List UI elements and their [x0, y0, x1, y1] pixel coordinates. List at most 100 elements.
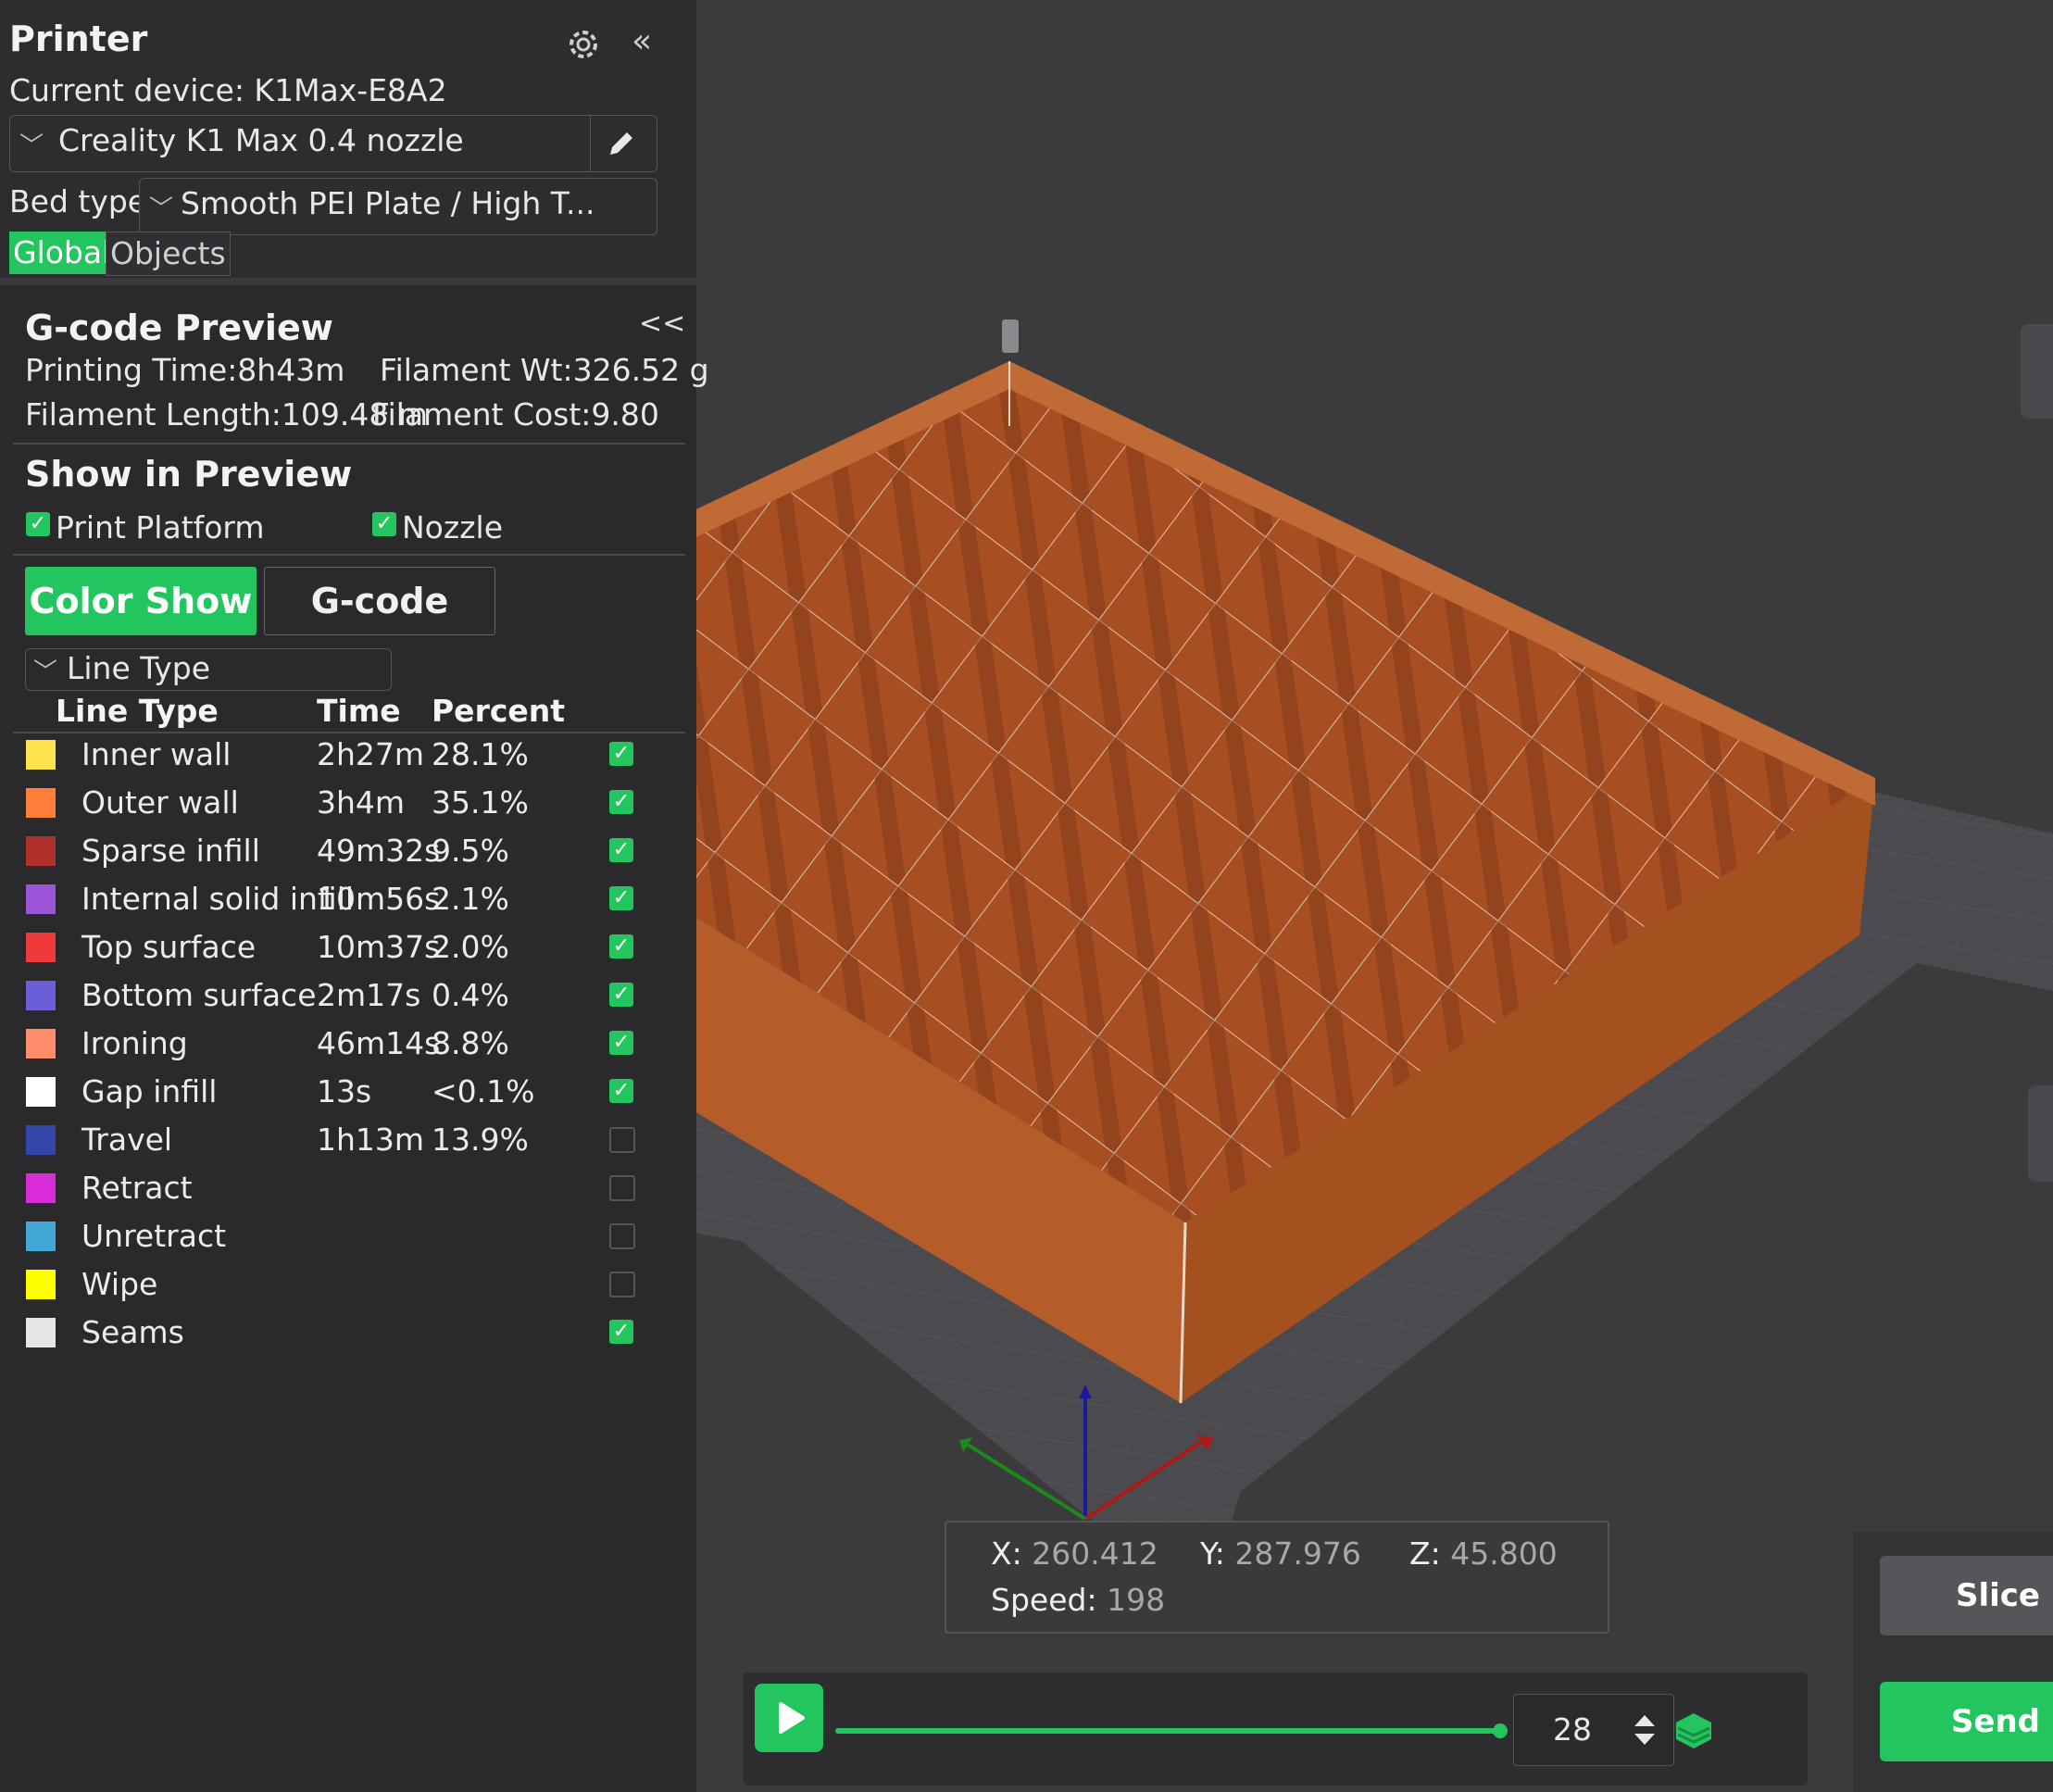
- line-color-swatch: [26, 981, 56, 1010]
- chevron-down-icon: ﹀: [33, 658, 58, 686]
- line-type-visibility-checkbox[interactable]: ✓: [609, 742, 633, 766]
- line-type-percent: 8.8%: [432, 1025, 509, 1061]
- printer-profile-value: Creality K1 Max 0.4 nozzle: [58, 122, 464, 158]
- layer-slider-track[interactable]: [835, 1728, 1500, 1734]
- line-type-visibility-checkbox[interactable]: ✓: [609, 790, 633, 814]
- line-color-swatch: [26, 1270, 56, 1299]
- line-type-time: 49m32s: [317, 833, 441, 869]
- line-type-label: Unretract: [81, 1218, 227, 1254]
- line-type-label: Seams: [81, 1314, 184, 1350]
- line-color-swatch: [26, 836, 56, 866]
- y-value: 287.976: [1234, 1535, 1361, 1572]
- slice-button[interactable]: Slice: [1880, 1556, 2053, 1635]
- chevron-down-icon: ﹀: [19, 132, 44, 160]
- line-type-label: Retract: [81, 1170, 193, 1206]
- view-type-select[interactable]: ﹀ Line Type: [25, 648, 392, 691]
- print-platform-checkbox[interactable]: ✓: [26, 512, 50, 536]
- nozzle-checkbox[interactable]: ✓: [372, 512, 396, 536]
- line-type-visibility-checkbox[interactable]: [609, 1127, 635, 1153]
- line-type-time: 10m37s: [317, 929, 441, 965]
- gcode-button[interactable]: G-code: [264, 567, 495, 635]
- collapse-printer-button[interactable]: «: [632, 22, 652, 60]
- line-color-swatch: [26, 1222, 56, 1251]
- divider: [13, 554, 685, 556]
- side-tab-top[interactable]: [2021, 324, 2053, 419]
- line-color-swatch: [26, 1077, 56, 1107]
- current-device: Current device: K1Max-E8A2: [9, 72, 447, 108]
- line-type-label: Sparse infill: [81, 833, 260, 869]
- z-value: 45.800: [1450, 1535, 1558, 1572]
- line-type-time: 46m14s: [317, 1025, 441, 1061]
- edit-icon[interactable]: [603, 125, 640, 162]
- line-type-visibility-checkbox[interactable]: [609, 1223, 635, 1249]
- line-type-label: Internal solid infill: [81, 881, 355, 917]
- line-type-visibility-checkbox[interactable]: ✓: [609, 1079, 633, 1103]
- send-button[interactable]: Send: [1880, 1682, 2053, 1761]
- line-type-label: Ironing: [81, 1025, 188, 1061]
- collapse-preview-button[interactable]: <<: [639, 307, 685, 340]
- line-type-visibility-checkbox[interactable]: [609, 1175, 635, 1201]
- line-color-swatch: [26, 1173, 56, 1203]
- x-label: X:: [991, 1535, 1022, 1572]
- tab-global[interactable]: Global: [9, 232, 115, 274]
- line-type-visibility-checkbox[interactable]: ✓: [609, 886, 633, 910]
- line-color-swatch: [26, 1125, 56, 1155]
- line-type-visibility-checkbox[interactable]: [609, 1272, 635, 1297]
- line-type-label: Top surface: [81, 929, 257, 965]
- play-icon: [779, 1702, 805, 1734]
- layer-updown-icon[interactable]: [1631, 1710, 1659, 1750]
- line-type-percent: 35.1%: [432, 784, 529, 821]
- bed-type-value: Smooth PEI Plate / High T...: [181, 185, 595, 221]
- play-button[interactable]: [755, 1684, 823, 1752]
- gear-icon[interactable]: [563, 24, 604, 65]
- line-type-time: 2h27m: [317, 736, 425, 772]
- divider: [13, 732, 685, 733]
- line-type-label: Gap infill: [81, 1073, 218, 1109]
- bed-type-label: Bed type: [9, 183, 147, 219]
- tab-objects[interactable]: Objects: [106, 232, 231, 276]
- printing-time: Printing Time:8h43m: [25, 352, 345, 388]
- line-type-visibility-checkbox[interactable]: ✓: [609, 934, 633, 959]
- line-type-visibility-checkbox[interactable]: ✓: [609, 1320, 633, 1344]
- line-type-percent: 2.1%: [432, 881, 509, 917]
- line-type-label: Wipe: [81, 1266, 158, 1302]
- speed-value: 198: [1107, 1582, 1166, 1618]
- layer-slider-handle[interactable]: [1493, 1723, 1508, 1738]
- line-type-visibility-checkbox[interactable]: ✓: [609, 1031, 633, 1055]
- color-show-button[interactable]: Color Show: [25, 567, 257, 635]
- view-type-value: Line Type: [67, 650, 211, 686]
- print-platform-label: Print Platform: [56, 509, 265, 545]
- line-type-time: 1h13m: [317, 1122, 425, 1158]
- line-type-percent: 0.4%: [432, 977, 509, 1013]
- filament-cost: Filament Cost:9.80: [372, 396, 659, 432]
- line-type-visibility-checkbox[interactable]: ✓: [609, 838, 633, 862]
- divider: [13, 443, 685, 445]
- nozzle-label: Nozzle: [402, 509, 503, 545]
- x-value: 260.412: [1032, 1535, 1158, 1572]
- bed-type-select[interactable]: ﹀ Smooth PEI Plate / High T...: [139, 178, 657, 235]
- line-type-time: 10m56s: [317, 881, 441, 917]
- nozzle-icon: [1002, 320, 1019, 353]
- layers-icon[interactable]: [1672, 1710, 1715, 1752]
- line-type-percent: 9.5%: [432, 833, 509, 869]
- line-type-percent: 28.1%: [432, 736, 529, 772]
- column-line-type: Line Type: [56, 693, 219, 729]
- line-type-time: 3h4m: [317, 784, 406, 821]
- filament-weight: Filament Wt:326.52 g: [380, 352, 709, 388]
- filament-length: Filament Length:109.48 m: [25, 396, 428, 432]
- line-color-swatch: [26, 788, 56, 818]
- side-tab-middle[interactable]: [2028, 1085, 2053, 1182]
- line-type-percent: 13.9%: [432, 1122, 529, 1158]
- show-in-preview-title: Show in Preview: [25, 454, 353, 495]
- column-time: Time: [317, 693, 401, 729]
- z-label: Z:: [1409, 1535, 1441, 1572]
- line-type-visibility-checkbox[interactable]: ✓: [609, 983, 633, 1007]
- line-type-time: 2m17s: [317, 977, 421, 1013]
- preview-title: G-code Preview: [25, 307, 333, 348]
- printer-profile-select[interactable]: ﹀ Creality K1 Max 0.4 nozzle: [9, 115, 657, 172]
- printer-title: Printer: [9, 19, 148, 59]
- layer-input[interactable]: 28: [1513, 1694, 1674, 1766]
- printer-panel: Printer « Current device: K1Max-E8A2 ﹀ C…: [0, 0, 696, 278]
- y-label: Y:: [1200, 1535, 1225, 1572]
- line-type-percent: <0.1%: [432, 1073, 535, 1109]
